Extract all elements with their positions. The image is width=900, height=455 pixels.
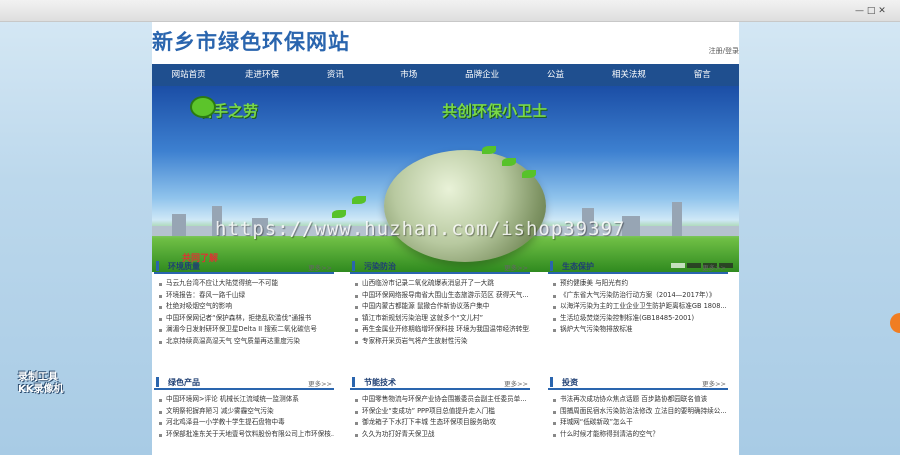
section-marker — [352, 377, 355, 387]
list-item[interactable]: 书法再次成功协众焦点话题 百步路协都园联名值该 — [548, 394, 728, 406]
more-link[interactable]: 更多>> — [504, 262, 528, 272]
list-item[interactable]: 以海洋污染为主的工业企业卫生防护距离标准GB 1808... — [548, 301, 728, 313]
list-item[interactable]: 专家称开采页岩气将产生放射性污染 — [350, 336, 530, 348]
section-investment: 投资 更多>> 书法再次成功协众焦点话题 百步路协都园联名值该 围捕周面民宿水污… — [548, 374, 728, 440]
section-title: 投资 — [562, 378, 578, 387]
list-item[interactable]: 锅炉大气污染物排放标准 — [548, 324, 728, 336]
url-watermark: https://www.huzhan.com/ishop39397 — [215, 218, 626, 240]
more-link[interactable]: 更多>> — [308, 262, 332, 272]
section-title: 生态保护 — [562, 262, 594, 271]
section-header: 环境质量 更多>> — [154, 258, 334, 274]
list-item[interactable]: 生活垃圾焚烧污染控制标准(GB18485-2001) — [548, 313, 728, 325]
news-list: 中国环境网>评论 机械长江流域统一监测体系 文明祭祀摒弃陋习 减少雾霾空气污染 … — [154, 394, 334, 440]
list-item[interactable]: 《广东省大气污染防治行动方案（2014—2017年）》 — [548, 290, 728, 302]
list-item[interactable]: 中国零售物流与环保产业协会围搬委员会副主任委员单... — [350, 394, 530, 406]
more-link[interactable]: 更多>> — [504, 378, 528, 388]
list-item[interactable]: 再生金属业开修期临增环保科技 环境为我国温带经济转型... — [350, 324, 530, 336]
list-item[interactable]: 中国环保网记者“保护森林，拒绝乱砍滥伐”通报书 — [154, 313, 334, 325]
building — [172, 214, 186, 236]
recorder-line2: KK录像机 — [18, 384, 64, 395]
section-title: 节能技术 — [364, 378, 396, 387]
list-item[interactable]: 中国内蒙古都能源 鼠撤合作新协议落户集中 — [350, 301, 530, 313]
nav-item-home[interactable]: 网站首页 — [152, 64, 225, 86]
recorder-watermark: 录制工具 KK录像机 — [18, 372, 64, 396]
section-title: 绿色产品 — [168, 378, 200, 387]
section-energy-tech: 节能技术 更多>> 中国零售物流与环保产业协会围搬委员会副主任委员单... 环保… — [350, 374, 530, 440]
leaf-icon — [482, 146, 496, 154]
list-item[interactable]: 御龙箱子下水打下丰城 生态环保项目服务助攻 — [350, 417, 530, 429]
site-title: 新乡市绿色环保网站 — [152, 30, 350, 54]
list-item[interactable]: 环保部批准东关于天地壹号饮料股份有限公司上市环保核... — [154, 429, 334, 441]
nav-item-market[interactable]: 市场 — [372, 64, 445, 86]
section-env-quality: 环境质量 更多>> 马云九台湾不应让大陆觉得统一不可能 环境报告：春风一路千山绿… — [154, 258, 334, 348]
list-item[interactable]: 文明祭祀摒弃陋习 减少雾霾空气污染 — [154, 406, 334, 418]
section-title: 环境质量 — [168, 262, 200, 271]
leaf-icon — [332, 210, 346, 218]
list-item[interactable]: 拜城网“低碳新政”怎么干 — [548, 417, 728, 429]
smile-icon — [190, 96, 216, 118]
list-item[interactable]: 马云九台湾不应让大陆觉得统一不可能 — [154, 278, 334, 290]
section-marker — [352, 261, 355, 271]
building — [672, 202, 682, 236]
list-item[interactable]: 山西临汾市记录二氧化硫爆表消息开了一大跳 — [350, 278, 530, 290]
list-item[interactable]: 环境报告：春风一路千山绿 — [154, 290, 334, 302]
section-green-products: 绿色产品 更多>> 中国环境网>评论 机械长江流域统一监测体系 文明祭祀摒弃陋习… — [154, 374, 334, 440]
section-header: 生态保护 更多>> — [548, 258, 728, 274]
news-list: 山西临汾市记录二氧化硫爆表消息开了一大跳 中国环保网络报导南省大围山生态旅游示范… — [350, 278, 530, 348]
more-link[interactable]: 更多>> — [702, 262, 726, 272]
list-item[interactable]: 镇江市新规划污染治理 这就多个“文儿村” — [350, 313, 530, 325]
section-marker — [550, 377, 553, 387]
nav-item-brands[interactable]: 品牌企业 — [446, 64, 519, 86]
more-link[interactable]: 更多>> — [308, 378, 332, 388]
nav-item-news[interactable]: 资讯 — [299, 64, 372, 86]
side-float-button[interactable] — [890, 313, 900, 333]
list-item[interactable]: 围捕周面民宿水污染防治法修改 立法目的要明确持续公... — [548, 406, 728, 418]
list-item[interactable]: 中国环保网络报导南省大围山生态旅游示范区 获得天气... — [350, 290, 530, 302]
recorder-line1: 录制工具 — [18, 372, 58, 383]
browser-top-bar: — □ ✕ — [0, 0, 900, 22]
list-item[interactable]: 中国环境网>评论 机械长江流域统一监测体系 — [154, 394, 334, 406]
window-controls[interactable]: — □ ✕ — [855, 6, 886, 16]
section-ecology: 生态保护 更多>> 预约健康美 与阳光有约 《广东省大气污染防治行动方案（201… — [548, 258, 728, 336]
more-link[interactable]: 更多>> — [702, 378, 726, 388]
login-link[interactable]: 注册/登录 — [709, 46, 739, 56]
banner-right-text: 共创环保小卫士 — [442, 102, 548, 120]
list-item[interactable]: 什么时候才能称得到清洁的空气？ — [548, 429, 728, 441]
list-item[interactable]: 久久为功打好青天保卫战 — [350, 429, 530, 441]
news-list: 中国零售物流与环保产业协会围搬委员会副主任委员单... 环保企业“变成功” PP… — [350, 394, 530, 440]
news-list: 预约健康美 与阳光有约 《广东省大气污染防治行动方案（2014—2017年）》 … — [548, 278, 728, 336]
section-header: 污染防治 更多>> — [350, 258, 530, 274]
globe-graphic — [384, 150, 546, 262]
section-header: 节能技术 更多>> — [350, 374, 530, 390]
main-nav: 网站首页 走进环保 资讯 市场 品牌企业 公益 相关法规 留言 — [152, 64, 739, 86]
nav-item-message[interactable]: 留言 — [666, 64, 739, 86]
nav-item-regulations[interactable]: 相关法规 — [592, 64, 665, 86]
section-title: 污染防治 — [364, 262, 396, 271]
section-header: 投资 更多>> — [548, 374, 728, 390]
section-header: 绿色产品 更多>> — [154, 374, 334, 390]
list-item[interactable]: 北京持续高温高湿天气 空气质量再达重度污染 — [154, 336, 334, 348]
news-list: 书法再次成功协众焦点话题 百步路协都园联名值该 围捕周面民宿水污染防治法修改 立… — [548, 394, 728, 440]
hero-banner[interactable]: 着手之劳 共创环保小卫士 共同了解 — [152, 86, 739, 272]
list-item[interactable]: 杜绝对吸烟空气的影响 — [154, 301, 334, 313]
leaf-icon — [502, 158, 516, 166]
leaf-icon — [352, 196, 366, 204]
leaf-icon — [522, 170, 536, 178]
nav-item-charity[interactable]: 公益 — [519, 64, 592, 86]
section-marker — [156, 377, 159, 387]
list-item[interactable]: 预约健康美 与阳光有约 — [548, 278, 728, 290]
section-marker — [156, 261, 159, 271]
list-item[interactable]: 澜湄今日发射研环保卫星Delta II 搜索二氧化碳信号 — [154, 324, 334, 336]
list-item[interactable]: 环保企业“变成功” PPP项目总值提升走入门槛 — [350, 406, 530, 418]
list-item[interactable]: 河北鸡泽县一小学教十学生提石盘物中毒 — [154, 417, 334, 429]
section-pollution: 污染防治 更多>> 山西临汾市记录二氧化硫爆表消息开了一大跳 中国环保网络报导南… — [350, 258, 530, 348]
section-marker — [550, 261, 553, 271]
nav-item-about[interactable]: 走进环保 — [225, 64, 298, 86]
news-list: 马云九台湾不应让大陆觉得统一不可能 环境报告：春风一路千山绿 杜绝对吸烟空气的影… — [154, 278, 334, 348]
